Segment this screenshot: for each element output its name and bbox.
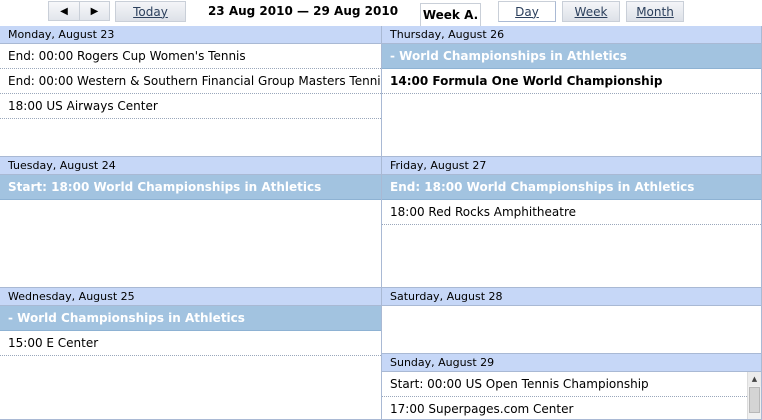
event-item[interactable]: 14:00 Formula One World Championship xyxy=(382,69,761,94)
arrow-up-icon: ▲ xyxy=(751,375,758,383)
day-panel-saturday[interactable]: Saturday, August 28 xyxy=(382,288,762,354)
multiday-event-bar[interactable]: End: 18:00 World Championships in Athlet… xyxy=(382,175,761,200)
tab-day[interactable]: Day xyxy=(498,1,556,22)
scroll-up-button[interactable]: ▲ xyxy=(748,372,761,386)
date-range-label: 23 Aug 2010 — 29 Aug 2010 xyxy=(207,4,399,18)
event-item[interactable]: End: 00:00 Western & Southern Financial … xyxy=(0,69,381,94)
scrollbar-thumb[interactable] xyxy=(749,387,760,413)
event-item[interactable]: 18:00 US Airways Center xyxy=(0,94,381,119)
day-header[interactable]: Thursday, August 26 xyxy=(382,26,761,44)
tab-week[interactable]: Week xyxy=(562,1,620,22)
day-header[interactable]: Saturday, August 28 xyxy=(382,288,761,306)
event-item[interactable]: 17:00 Superpages.com Center xyxy=(382,397,761,419)
nav-button-group: ◀ ▶ xyxy=(48,1,110,21)
day-panel-thursday[interactable]: Thursday, August 26 - World Championship… xyxy=(382,26,762,157)
next-week-button[interactable]: ▶ xyxy=(78,2,109,20)
day-panel-friday[interactable]: Friday, August 27 End: 18:00 World Champ… xyxy=(382,157,762,288)
day-header[interactable]: Sunday, August 29 xyxy=(382,354,761,372)
multiday-event-bar[interactable]: - World Championships in Athletics xyxy=(0,306,381,331)
day-panel-tuesday[interactable]: Tuesday, August 24 Start: 18:00 World Ch… xyxy=(0,157,382,288)
event-item[interactable]: 18:00 Red Rocks Amphitheatre xyxy=(382,200,761,225)
multiday-event-bar[interactable]: - World Championships in Athletics xyxy=(382,44,761,69)
today-button[interactable]: Today xyxy=(115,1,186,22)
event-item[interactable]: 15:00 E Center xyxy=(0,331,381,356)
multiday-event-bar[interactable]: Start: 18:00 World Championships in Athl… xyxy=(0,175,381,200)
day-panel-monday[interactable]: Monday, August 23 End: 00:00 Rogers Cup … xyxy=(0,26,382,157)
event-item[interactable]: End: 00:00 Rogers Cup Women's Tennis xyxy=(0,44,381,69)
day-header[interactable]: Friday, August 27 xyxy=(382,157,761,175)
arrow-right-icon: ▶ xyxy=(90,5,99,17)
day-header[interactable]: Wednesday, August 25 xyxy=(0,288,381,306)
tab-week-agenda[interactable]: Week A. xyxy=(420,3,481,26)
day-panel-wednesday[interactable]: Wednesday, August 25 - World Championshi… xyxy=(0,288,382,420)
arrow-left-icon: ◀ xyxy=(60,5,68,17)
prev-week-button[interactable]: ◀ xyxy=(49,2,79,20)
vertical-scrollbar[interactable]: ▲ xyxy=(747,372,761,419)
calendar-toolbar: ◀ ▶ Today 23 Aug 2010 — 29 Aug 2010 Week… xyxy=(0,0,762,26)
tab-month[interactable]: Month xyxy=(626,1,684,22)
day-panel-sunday[interactable]: Sunday, August 29 Start: 00:00 US Open T… xyxy=(382,354,762,420)
day-header[interactable]: Monday, August 23 xyxy=(0,26,381,44)
day-header[interactable]: Tuesday, August 24 xyxy=(0,157,381,175)
event-item[interactable]: Start: 00:00 US Open Tennis Championship xyxy=(382,372,761,397)
